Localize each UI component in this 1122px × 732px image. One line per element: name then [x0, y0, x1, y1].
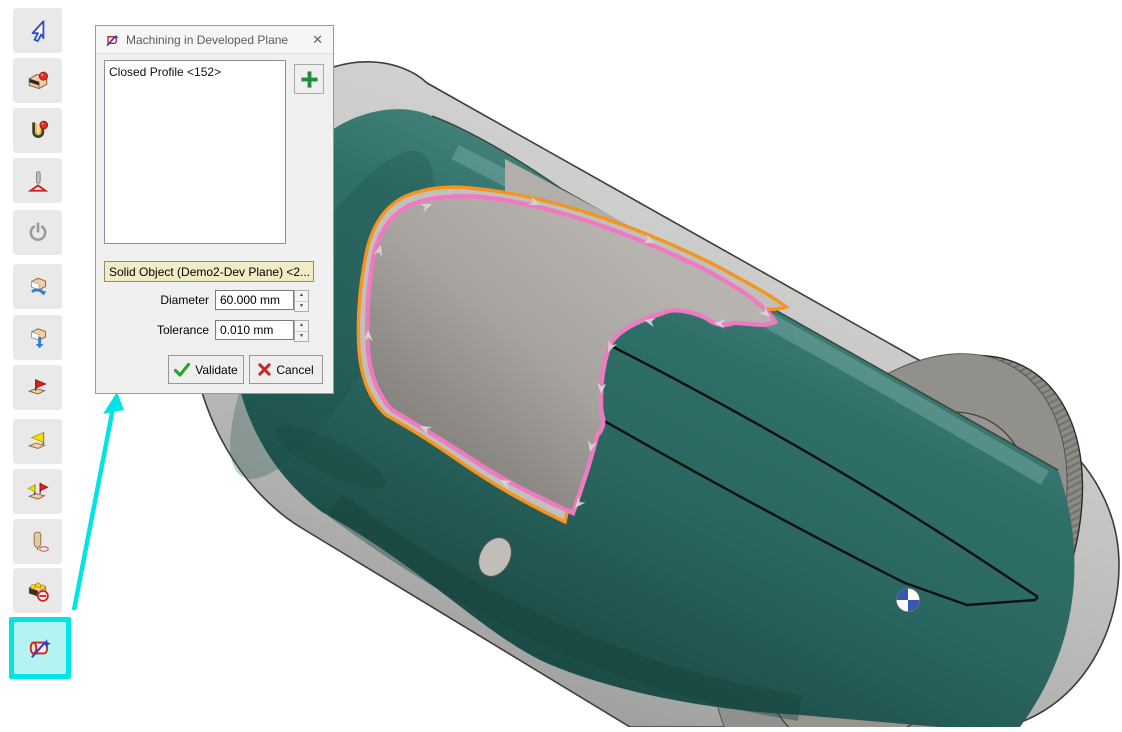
dual-flag-icon: [25, 479, 51, 505]
rotate-box-icon: [25, 274, 51, 300]
stock-box-button[interactable]: [13, 58, 62, 103]
solid-object-label: Solid Object (Demo2-Dev Plane) <2...: [109, 265, 310, 279]
red-flag-box-button[interactable]: [13, 365, 62, 410]
dual-flag-box-button[interactable]: [13, 469, 62, 514]
yellow-flag-box-button[interactable]: [13, 419, 62, 464]
x-icon: [258, 363, 271, 376]
validate-label: Validate: [195, 363, 237, 377]
spin-up-icon[interactable]: ▲: [295, 291, 308, 302]
diameter-input[interactable]: [215, 290, 294, 310]
tolerance-input[interactable]: [215, 320, 294, 340]
transfer-rotate-button[interactable]: [13, 264, 62, 309]
tolerance-spinner[interactable]: ▲ ▼: [294, 320, 309, 342]
close-icon[interactable]: ✕: [310, 32, 325, 48]
collision-check-button[interactable]: [13, 568, 62, 613]
check-icon: [174, 363, 190, 377]
clamp-icon: [25, 118, 51, 144]
list-item[interactable]: Closed Profile <152>: [109, 64, 281, 80]
diameter-row: Diameter ▲ ▼: [96, 290, 333, 312]
profile-list[interactable]: Closed Profile <152>: [104, 60, 286, 244]
cancel-label: Cancel: [276, 363, 313, 377]
dialog-titlebar[interactable]: Machining in Developed Plane ✕: [96, 26, 333, 54]
down-box-icon: [25, 325, 51, 351]
milling-tool-button[interactable]: [13, 519, 62, 564]
left-toolbar: [0, 0, 80, 727]
plus-icon: [300, 70, 319, 89]
tolerance-row: Tolerance ▲ ▼: [96, 320, 333, 342]
dialog-title: Machining in Developed Plane: [126, 33, 304, 47]
diameter-label: Diameter: [160, 293, 209, 307]
probe-icon: [25, 168, 51, 194]
collision-icon: [25, 578, 51, 604]
spin-down-icon[interactable]: ▼: [295, 332, 308, 342]
select-cursor-button[interactable]: [13, 8, 62, 53]
spin-up-icon[interactable]: ▲: [295, 321, 308, 332]
diameter-spinner[interactable]: ▲ ▼: [294, 290, 309, 312]
spin-down-icon[interactable]: ▼: [295, 302, 308, 312]
stock-box-icon: [25, 68, 51, 94]
add-profile-button[interactable]: [294, 64, 324, 94]
solid-object-field[interactable]: Solid Object (Demo2-Dev Plane) <2...: [104, 261, 314, 282]
power-button[interactable]: [13, 210, 62, 255]
developed-plane-icon: [27, 635, 53, 661]
cursor-icon: [25, 18, 51, 44]
probe-button[interactable]: [13, 158, 62, 203]
origin-marker: [897, 589, 920, 612]
power-icon: [25, 220, 51, 246]
red-flag-icon: [25, 375, 51, 401]
developed-plane-icon: [104, 32, 120, 48]
tool-icon: [25, 529, 51, 555]
tailstock-clamp-button[interactable]: [13, 108, 62, 153]
yellow-flag-icon: [25, 429, 51, 455]
machining-developed-plane-button[interactable]: [9, 617, 71, 679]
cancel-button[interactable]: Cancel: [249, 355, 323, 384]
validate-button[interactable]: Validate: [168, 355, 244, 384]
transfer-down-button[interactable]: [13, 315, 62, 360]
machining-dialog: Machining in Developed Plane ✕ Closed Pr…: [95, 25, 334, 394]
tolerance-label: Tolerance: [157, 323, 209, 337]
